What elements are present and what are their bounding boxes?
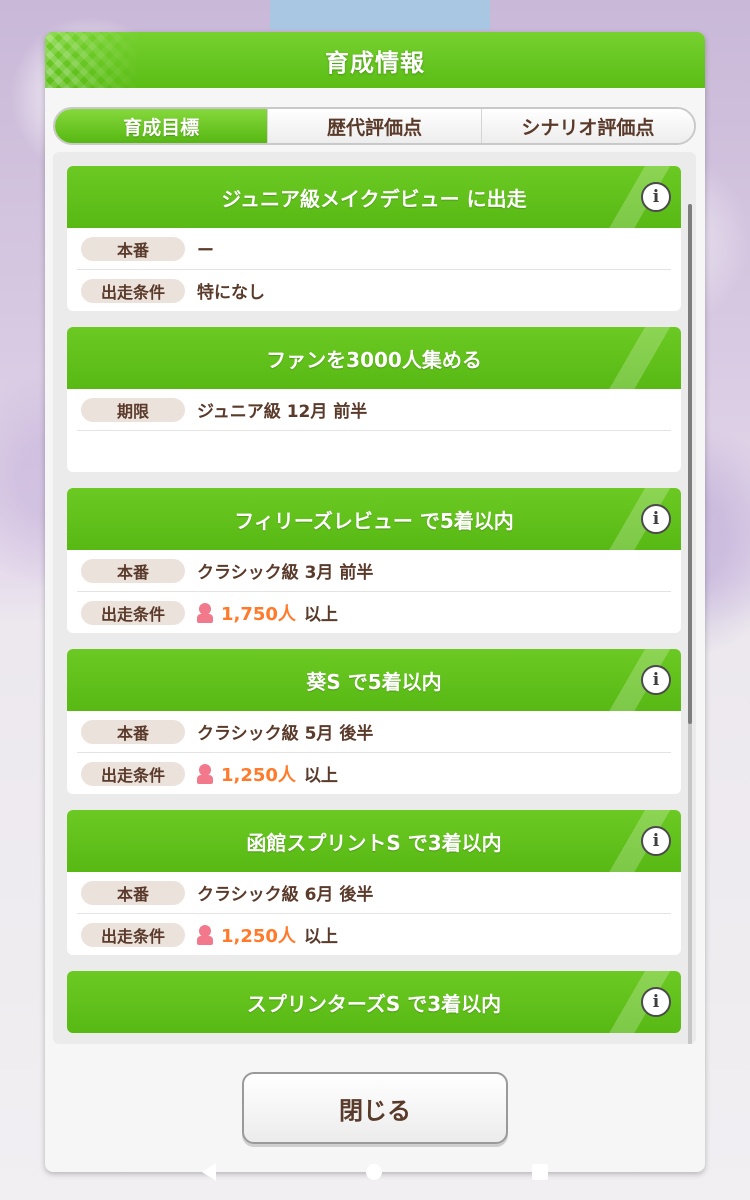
- info-icon[interactable]: i: [641, 504, 671, 534]
- fan-count: 1,750人: [221, 603, 296, 625]
- dialog-title: 育成情報: [325, 48, 425, 77]
- row-label: 出走条件: [81, 278, 185, 303]
- goal-header: 函館スプリントS で3着以内 i: [67, 810, 681, 872]
- goal-row: 本番 ー: [77, 228, 671, 270]
- goal-row: 出走条件 1,750人 以上: [77, 592, 671, 633]
- goal-header: スプリンターズS で3着以内 i: [67, 971, 681, 1033]
- goal-title: フィリーズレビュー で5着以内: [234, 508, 514, 533]
- goal-card: 葵S で5着以内 i 本番 クラシック級 5月 後半 出走条件 1,250人 以…: [67, 649, 681, 794]
- row-value: クラシック級 6月 後半: [197, 885, 374, 905]
- row-value: 以上: [303, 927, 338, 947]
- goal-row: 出走条件 1,250人 以上: [77, 753, 671, 794]
- goal-card: スプリンターズS で3着以内 i: [67, 971, 681, 1033]
- recent-apps-icon[interactable]: [532, 1164, 548, 1180]
- goal-title: ファンを3000人集める: [266, 347, 482, 372]
- goal-card: 函館スプリントS で3着以内 i 本番 クラシック級 6月 後半 出走条件 1,…: [67, 810, 681, 955]
- tab-history-score[interactable]: 歴代評価点: [267, 109, 481, 143]
- goal-header: フィリーズレビュー で5着以内 i: [67, 488, 681, 550]
- goal-title: スプリンターズS で3着以内: [246, 991, 502, 1016]
- row-label: 本番: [81, 236, 185, 261]
- row-value: クラシック級 3月 前半: [197, 563, 374, 583]
- info-icon[interactable]: i: [641, 987, 671, 1017]
- goal-row-empty: [77, 431, 671, 472]
- tab-training-goals[interactable]: 育成目標: [55, 109, 268, 143]
- row-label: 本番: [81, 719, 185, 744]
- goal-title: 葵S で5着以内: [306, 669, 442, 694]
- info-icon[interactable]: i: [641, 826, 671, 856]
- goal-card: ファンを3000人集める 期限 ジュニア級 12月 前半: [67, 327, 681, 472]
- row-label: 期限: [81, 397, 185, 422]
- row-label: 出走条件: [81, 600, 185, 625]
- fan-count: 1,250人: [221, 925, 296, 947]
- dialog-header: 育成情報: [45, 32, 705, 88]
- row-value: ー: [197, 241, 214, 261]
- row-label: 出走条件: [81, 922, 185, 947]
- tab-bar: 育成目標 歴代評価点 シナリオ評価点: [53, 107, 696, 145]
- goal-card: ジュニア級メイクデビュー に出走 i 本番 ー 出走条件 特になし: [67, 166, 681, 311]
- goal-title: ジュニア級メイクデビュー に出走: [221, 186, 527, 211]
- back-icon[interactable]: [202, 1163, 216, 1181]
- info-icon[interactable]: i: [641, 182, 671, 212]
- goal-title: 函館スプリントS で3着以内: [246, 830, 502, 855]
- goal-row: 出走条件 特になし: [77, 270, 671, 311]
- row-label: 本番: [81, 880, 185, 905]
- info-icon[interactable]: i: [641, 665, 671, 695]
- close-button[interactable]: 閉じる: [242, 1072, 508, 1144]
- background-sky: [270, 0, 490, 30]
- goal-row: 本番 クラシック級 3月 前半: [77, 550, 671, 592]
- goal-row: 期限 ジュニア級 12月 前半: [77, 389, 671, 431]
- home-icon[interactable]: [366, 1164, 382, 1180]
- row-value: ジュニア級 12月 前半: [197, 402, 368, 422]
- scrollbar-thumb[interactable]: [688, 204, 692, 724]
- fan-person-icon: [197, 602, 213, 624]
- goals-list: ジュニア級メイクデビュー に出走 i 本番 ー 出走条件 特になし ファンを30…: [67, 166, 681, 1044]
- goal-header: ジュニア級メイクデビュー に出走 i: [67, 166, 681, 228]
- goals-list-frame[interactable]: ジュニア級メイクデビュー に出走 i 本番 ー 出走条件 特になし ファンを30…: [53, 152, 696, 1044]
- fan-person-icon: [197, 924, 213, 946]
- tab-scenario-score[interactable]: シナリオ評価点: [480, 109, 694, 143]
- row-value: 以上: [303, 605, 338, 625]
- row-value: 以上: [303, 766, 338, 786]
- goal-card: フィリーズレビュー で5着以内 i 本番 クラシック級 3月 前半 出走条件 1…: [67, 488, 681, 633]
- fan-person-icon: [197, 763, 213, 785]
- row-value: クラシック級 5月 後半: [197, 724, 374, 744]
- goal-row: 本番 クラシック級 5月 後半: [77, 711, 671, 753]
- row-label: 本番: [81, 558, 185, 583]
- training-info-dialog: 育成情報 育成目標 歴代評価点 シナリオ評価点 ジュニア級メイクデビュー に出走…: [45, 32, 705, 1172]
- goal-header: 葵S で5着以内 i: [67, 649, 681, 711]
- row-label: 出走条件: [81, 761, 185, 786]
- row-value: 特になし: [197, 283, 265, 303]
- goal-row: 出走条件 1,250人 以上: [77, 914, 671, 955]
- system-nav-bar: [0, 1148, 750, 1196]
- goal-header: ファンを3000人集める: [67, 327, 681, 389]
- fan-count: 1,250人: [221, 764, 296, 786]
- goal-row: 本番 クラシック級 6月 後半: [77, 872, 671, 914]
- header-pattern: [45, 32, 140, 88]
